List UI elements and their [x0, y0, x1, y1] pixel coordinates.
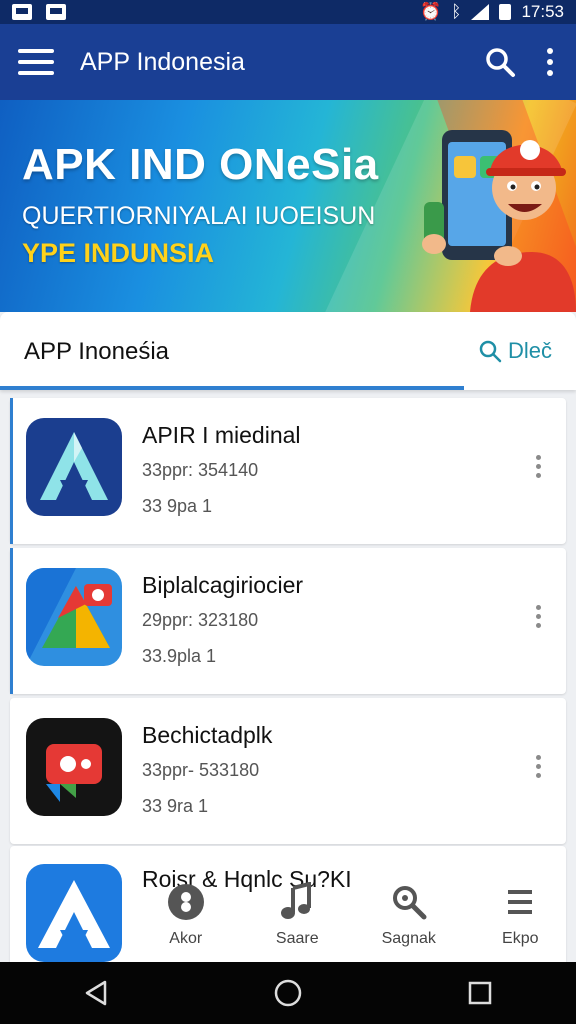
app-name: Bechictadplk	[142, 722, 273, 748]
search-icon	[392, 886, 427, 920]
more-vert-icon[interactable]	[528, 448, 548, 484]
banner-subline: QUERTIORNIYALAI IUOEISUN	[22, 202, 376, 230]
nav-item-saare[interactable]: Saare	[242, 862, 354, 962]
home-icon[interactable]	[273, 978, 303, 1008]
banner-tagline: YPE INDUNSIA	[22, 238, 215, 268]
notification-icon	[46, 4, 66, 20]
section-header: APP Inoneśia Dleč	[0, 312, 576, 390]
mascot-illustration	[422, 130, 576, 312]
app-size: 33.9pla 1	[142, 646, 217, 666]
search-icon	[479, 340, 502, 363]
app-size: 33 9pa 1	[142, 496, 213, 516]
app-meta: 33ppr- 533180	[142, 760, 260, 780]
a-triangle-icon-blue	[26, 864, 122, 962]
section-title: APP Inoneśia	[24, 338, 169, 365]
hamburger-icon[interactable]	[12, 42, 64, 82]
nav-label: Sagnak	[381, 930, 436, 947]
tab-indicator	[0, 386, 464, 390]
signal-icon	[471, 4, 490, 20]
section-search-button[interactable]: Dleč	[478, 338, 552, 364]
status-bar: ⏰ ᛒ 17:53	[0, 0, 576, 24]
app-meta: 29ppr: 323180	[142, 610, 259, 630]
list-item[interactable]: Bechictadplk 33ppr- 533180 33 9ra 1	[10, 698, 566, 844]
music-note-icon	[281, 882, 312, 919]
promo-banner[interactable]: APK IND ONeSia QUERTIORNIYALAI IUOEISUN …	[0, 100, 576, 312]
section-action-label: Dleč	[507, 338, 552, 363]
app-name: Biplalcagiriocier	[142, 572, 304, 598]
back-icon[interactable]	[81, 978, 111, 1008]
banner-headline: APK IND ONeSia	[22, 140, 379, 189]
a-triangle-icon-navy	[26, 418, 122, 516]
list-item[interactable]: Biplalcagiriocier 29ppr: 323180 33.9pla …	[10, 548, 566, 694]
recents-icon[interactable]	[465, 978, 495, 1008]
list-item[interactable]: APIR I miedinal 33ppr: 354140 33 9pa 1	[10, 398, 566, 544]
app-title: APP Indonesia	[80, 47, 245, 76]
battery-icon	[499, 4, 512, 20]
video-play-icon	[26, 718, 122, 816]
alarm-icon: ⏰	[420, 2, 442, 21]
nav-item-akor[interactable]: Akor	[130, 862, 242, 962]
notification-icon	[12, 4, 32, 20]
status-time: 17:53	[521, 2, 564, 21]
profile-circle-icon	[167, 884, 204, 920]
status-notifications	[12, 4, 66, 20]
app-size: 33 9ra 1	[142, 796, 209, 816]
more-vert-icon[interactable]	[536, 40, 564, 84]
more-vert-icon[interactable]	[528, 748, 548, 784]
nav-label: Ekpo	[502, 930, 539, 947]
bottom-navigation: Akor Saare Sagnak Ekpo	[130, 862, 576, 962]
nav-label: Akor	[169, 930, 203, 947]
status-indicators: ⏰ ᛒ 17:53	[420, 2, 564, 22]
app-bar: APP Indonesia	[0, 24, 576, 100]
nav-item-sagnak[interactable]: Sagnak	[353, 862, 465, 962]
bluetooth-icon: ᛒ	[451, 2, 462, 21]
nav-label: Saare	[275, 930, 319, 947]
colorful-triangle-icon	[26, 568, 122, 666]
search-icon[interactable]	[478, 40, 522, 84]
app-name: APIR I miedinal	[142, 422, 301, 448]
system-navigation-bar	[0, 962, 576, 1024]
app-meta: 33ppr: 354140	[142, 460, 259, 480]
nav-item-ekpo[interactable]: Ekpo	[465, 862, 576, 962]
more-vert-icon[interactable]	[528, 598, 548, 634]
menu-icon	[508, 890, 533, 914]
